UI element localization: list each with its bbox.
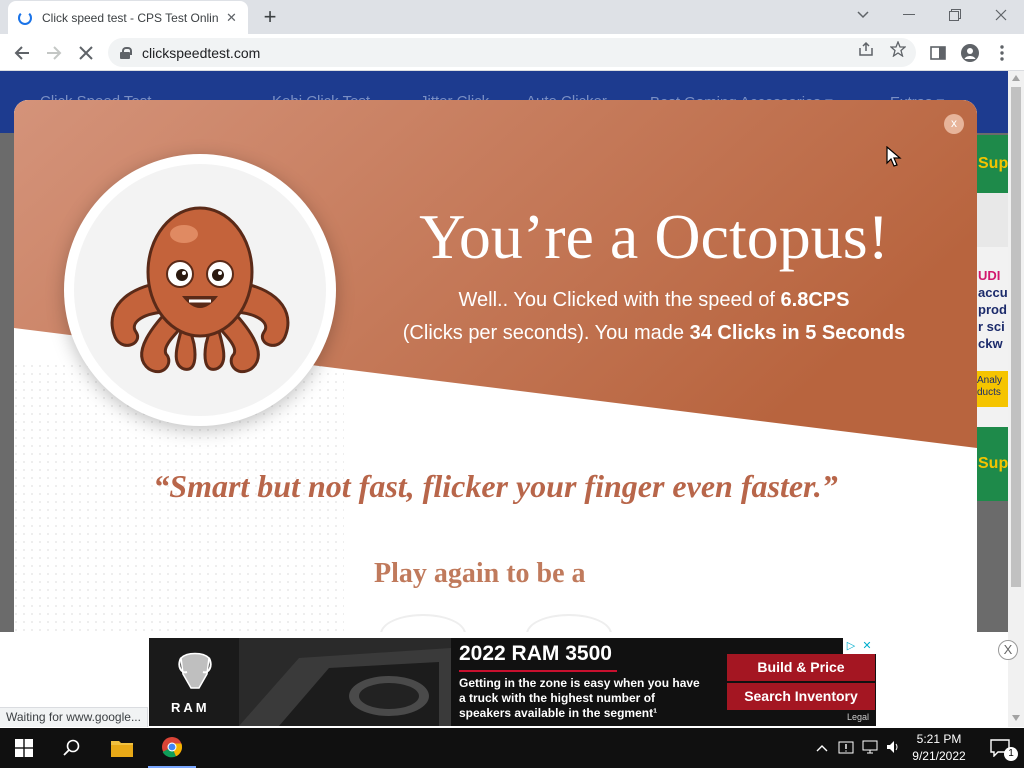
network-tray-icon[interactable] (862, 740, 878, 757)
clicks-summary: 34 Clicks in 5 Seconds (689, 322, 906, 344)
security-tray-icon[interactable] (838, 740, 854, 757)
ad-choices[interactable]: ▷ ✕ (843, 638, 876, 654)
new-tab-button[interactable]: + (258, 4, 282, 30)
taskbar-clock[interactable]: 5:21 PM 9/21/2022 (900, 731, 978, 765)
share-icon[interactable] (858, 41, 874, 61)
chrome-taskbar-icon[interactable] (148, 728, 196, 768)
notifications-button[interactable]: 1 (976, 728, 1024, 768)
file-explorer-icon[interactable] (98, 728, 146, 768)
speed-label: Well.. You Clicked with the speed of (458, 289, 781, 311)
search-inventory-button[interactable]: Search Inventory (727, 683, 875, 710)
build-price-button[interactable]: Build & Price (727, 654, 875, 681)
side-ad-line: ckw (978, 336, 1003, 351)
windows-logo-icon (15, 739, 33, 757)
side-ad-top-text: Sup (978, 155, 1008, 172)
result-headline: You’re a Octopus! (419, 201, 889, 272)
loading-status: Waiting for www.google... (0, 707, 148, 727)
clock-date: 9/21/2022 (912, 749, 966, 763)
browser-toolbar: clickspeedtest.com (0, 34, 1024, 71)
scrollbar-thumb[interactable] (1011, 87, 1021, 587)
side-ad-line: accu (978, 285, 1008, 300)
minimize-icon[interactable] (886, 0, 932, 30)
clicks-label: (Clicks per seconds). You made (402, 322, 690, 344)
side-ad-line: UDI (978, 268, 1001, 283)
back-arrow-icon[interactable] (8, 39, 36, 67)
page-scrollbar[interactable] (1008, 71, 1024, 727)
side-panel-icon[interactable] (924, 39, 952, 67)
side-ad-line: r sci (978, 319, 1005, 334)
tray-overflow-icon[interactable] (816, 740, 828, 755)
more-menu-icon[interactable] (988, 39, 1016, 67)
forward-arrow-icon[interactable] (40, 39, 68, 67)
url-text: clickspeedtest.com (142, 44, 261, 61)
mouse-cursor-icon (886, 146, 902, 167)
lock-icon[interactable] (120, 46, 132, 59)
side-ad-gap (976, 193, 1008, 247)
ram-logo: RAM (149, 638, 239, 726)
tab-close-icon[interactable]: ✕ (226, 10, 237, 26)
address-bar[interactable]: clickspeedtest.com (108, 38, 916, 67)
window-close-icon[interactable] (978, 0, 1024, 30)
browser-tab[interactable]: Click speed test - CPS Test Online ✕ (8, 1, 248, 34)
ad-brand: RAM (171, 700, 210, 715)
modal-close-button[interactable]: x (944, 114, 964, 134)
tab-title: Click speed test - CPS Test Online (42, 10, 218, 25)
ad-dismiss-button[interactable]: X (998, 640, 1018, 660)
ad-title: 2022 RAM 3500 (459, 642, 612, 665)
ad-close-icon[interactable]: ✕ (859, 638, 875, 654)
tab-search-icon[interactable] (840, 0, 886, 30)
side-ad-bottom[interactable]: Sup (976, 427, 1008, 501)
ram-ad-banner[interactable]: RAM 2022 RAM 3500 Getting in the zone is… (149, 638, 876, 726)
ad-title-underline (459, 670, 617, 672)
loading-spinner-icon (18, 10, 32, 25)
result-modal: x You’re a Octopus! Well.. You Clicked w… (14, 100, 977, 632)
side-ad-bottom-text: Sup (978, 455, 1008, 472)
start-button[interactable] (0, 728, 48, 768)
side-ad-badge: Analy ducts (976, 371, 1008, 407)
ad-legal-link[interactable]: Legal (847, 712, 869, 722)
notification-count-badge: 1 (1004, 747, 1018, 761)
ram-head-icon (178, 652, 212, 689)
clock-time: 5:21 PM (916, 732, 962, 746)
result-summary: Well.. You Clicked with the speed of 6.8… (354, 284, 954, 350)
ad-body-text: Getting in the zone is easy when you hav… (459, 676, 700, 720)
cps-value: 6.8CPS (780, 289, 850, 311)
side-ad-top[interactable]: Sup (976, 135, 1008, 193)
side-ad-line: prod (978, 302, 1007, 317)
result-quote: “Smart but not fast, flicker your finger… (153, 468, 838, 504)
profile-avatar-icon[interactable] (956, 39, 984, 67)
bookmark-star-icon[interactable] (889, 40, 907, 61)
octopus-icon (110, 206, 290, 374)
result-avatar (64, 154, 336, 426)
taskbar-search-icon[interactable] (48, 728, 96, 768)
restore-icon[interactable] (932, 0, 978, 30)
play-again-heading: Play again to be a (374, 558, 586, 589)
stop-loading-icon[interactable] (72, 39, 100, 67)
ad-choices-icon[interactable]: ▷ (843, 638, 859, 654)
volume-tray-icon[interactable] (886, 740, 900, 757)
truck-speaker-photo (239, 638, 451, 726)
side-ad-middle[interactable]: UDI accu prod r sci ckw Analy ducts (976, 247, 1008, 427)
tab-strip: Click speed test - CPS Test Online ✕ + (0, 0, 1024, 34)
windows-taskbar: 5:21 PM 9/21/2022 1 (0, 728, 1024, 768)
